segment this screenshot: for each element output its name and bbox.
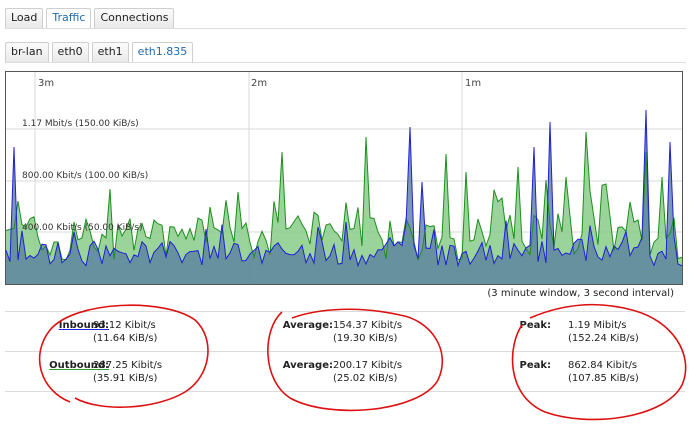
peak-out-kbit: 862.84 Kibit/s	[568, 360, 638, 371]
interface-tabs: br-lan eth0 eth1 eth1.835	[5, 42, 196, 62]
avg-in-kbit: 154.37 Kibit/s	[333, 320, 403, 331]
tab-load[interactable]: Load	[5, 8, 44, 28]
outbound-value: 287.25 Kibit/s (35.91 KiB/s)	[93, 359, 162, 385]
y-label-100: 800.00 Kbit/s (100.00 KiB/s)	[22, 171, 148, 181]
tab-divider	[5, 28, 686, 29]
time-label-3m: 3m	[38, 78, 54, 89]
traffic-graph-svg: 3m 2m 1m 1.17 Mbit/s (150.00 KiB/s) 800.…	[6, 72, 682, 284]
outbound-kbit: 287.25 Kibit/s	[93, 360, 163, 371]
avg-in-value: 154.37 Kibit/s (19.30 KiB/s)	[333, 319, 402, 345]
tab-eth1-835[interactable]: eth1.835	[131, 42, 194, 62]
main-tabs: Load Traffic Connections	[5, 8, 177, 28]
stats-row-outbound: Outbound: 287.25 Kibit/s (35.91 KiB/s) A…	[5, 351, 685, 392]
tab-connections[interactable]: Connections	[94, 8, 175, 28]
avg-out-value: 200.17 Kibit/s (25.02 KiB/s)	[333, 359, 402, 385]
outbound-kib: (35.91 KiB/s)	[93, 373, 158, 384]
inbound-kib: (11.64 KiB/s)	[93, 333, 158, 344]
avg-in-label: Average:	[282, 320, 333, 331]
stats-row-inbound: Inbound: 93.12 Kibit/s (11.64 KiB/s) Ave…	[5, 311, 685, 351]
inbound-area	[6, 110, 682, 284]
avg-out-kbit: 200.17 Kibit/s	[333, 360, 403, 371]
peak-out-value: 862.84 Kibit/s (107.85 KiB/s)	[568, 359, 639, 385]
y-label-150: 1.17 Mbit/s (150.00 KiB/s)	[22, 119, 139, 129]
time-label-2m: 2m	[251, 78, 267, 89]
window-note: (3 minute window, 3 second interval)	[487, 288, 674, 299]
inbound-kbit: 93.12 Kibit/s	[93, 320, 156, 331]
peak-in-kib: (152.24 KiB/s)	[568, 333, 639, 344]
interface-tab-divider	[5, 62, 686, 63]
peak-in-label: Peak:	[519, 320, 551, 331]
peak-out-label: Peak:	[519, 360, 551, 371]
tab-eth1[interactable]: eth1	[91, 42, 129, 62]
tab-eth0[interactable]: eth0	[51, 42, 89, 62]
tab-traffic[interactable]: Traffic	[46, 8, 92, 28]
inbound-value: 93.12 Kibit/s (11.64 KiB/s)	[93, 319, 157, 345]
tab-br-lan[interactable]: br-lan	[5, 42, 49, 62]
avg-in-kib: (19.30 KiB/s)	[333, 333, 398, 344]
traffic-graph: 3m 2m 1m 1.17 Mbit/s (150.00 KiB/s) 800.…	[5, 71, 683, 285]
peak-out-kib: (107.85 KiB/s)	[568, 373, 639, 384]
stats-table: Inbound: 93.12 Kibit/s (11.64 KiB/s) Ave…	[5, 311, 685, 392]
time-label-1m: 1m	[465, 78, 481, 89]
y-label-50: 400.00 Kbit/s (50.00 KiB/s)	[22, 223, 143, 233]
peak-in-kbit: 1.19 Mibit/s	[568, 320, 627, 331]
peak-in-value: 1.19 Mibit/s (152.24 KiB/s)	[568, 319, 639, 345]
avg-out-label: Average:	[282, 360, 333, 371]
avg-out-kib: (25.02 KiB/s)	[333, 373, 398, 384]
